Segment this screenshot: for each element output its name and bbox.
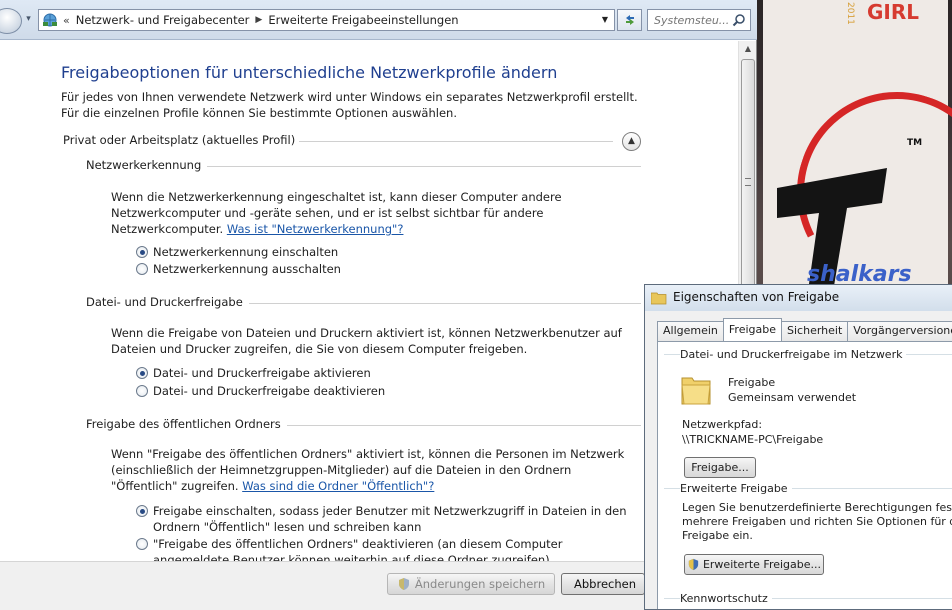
discovery-help-link[interactable]: Was ist "Netzwerkerkennung"?	[227, 222, 404, 236]
section-network-discovery: Netzwerkerkennung	[86, 158, 641, 174]
sharing-tab-panel: Datei- und Druckerfreigabe im Netzwerk F…	[657, 341, 952, 609]
search-icon[interactable]	[732, 13, 746, 27]
recent-pages-chevron-icon[interactable]: ▾	[23, 13, 34, 26]
folder-icon	[651, 292, 667, 305]
tab-previous-versions[interactable]: Vorgängerversionen	[847, 321, 952, 341]
radio-label: Freigabe einschalten, sodass jeder Benut…	[153, 504, 627, 534]
tab-sharing[interactable]: Freigabe	[722, 318, 783, 341]
folder-name: Freigabe	[728, 376, 776, 389]
breadcrumb-advanced-sharing[interactable]: Erweiterte Freigabeeinstellungen	[268, 13, 458, 27]
advanced-desc-line-1: Legen Sie benutzerdefinierte Berechtigun…	[682, 501, 952, 514]
breadcrumb-separator-icon[interactable]: ▶	[255, 15, 262, 25]
radio-public-folder-on[interactable]: Freigabe einschalten, sodass jeder Benut…	[136, 503, 636, 535]
radio-label: "Freigabe des öffentlichen Ordners" deak…	[153, 537, 563, 561]
refresh-icon	[625, 15, 634, 25]
uac-shield-icon	[688, 558, 699, 571]
dialog-tabs: Allgemein Freigabe Sicherheit Vorgängerv…	[657, 318, 952, 341]
intro-text: Für jedes von Ihnen verwendete Netzwerk …	[61, 90, 638, 120]
radio-file-sharing-on[interactable]: Datei- und Druckerfreigabe aktivieren	[136, 365, 371, 381]
file-sharing-description: Wenn die Freigabe von Dateien und Drucke…	[111, 326, 622, 356]
radio-discovery-on[interactable]: Netzwerkerkennung einschalten	[136, 244, 338, 260]
advanced-desc-line-2: mehrere Freigaben und richten Sie Option…	[682, 515, 952, 528]
public-folder-description: Wenn "Freigabe des öffentlichen Ordners"…	[111, 446, 636, 494]
radio-button-checked[interactable]	[136, 246, 148, 258]
scroll-up-icon[interactable]: ▲	[740, 41, 756, 57]
profile-divider	[278, 141, 613, 142]
network-path-value: \\TRICKNAME-PC\Freigabe	[682, 433, 824, 446]
radio-button[interactable]	[136, 538, 148, 550]
radio-button-checked[interactable]	[136, 367, 148, 379]
advanced-sharing-button[interactable]: Erweiterte Freigabe...	[684, 554, 824, 575]
radio-button[interactable]	[136, 263, 148, 275]
cancel-button[interactable]: Abbrechen	[561, 573, 645, 595]
uac-shield-icon	[398, 578, 409, 590]
profile-label: Privat oder Arbeitsplatz (aktuelles Prof…	[63, 133, 300, 147]
page-title: Freigabeoptionen für unterschiedliche Ne…	[61, 63, 558, 82]
share-button[interactable]: Freigabe...	[684, 457, 756, 478]
radio-label: Netzwerkerkennung ausschalten	[153, 262, 341, 276]
navigation-bar: ▾ « Netzwerk- und Freigabecenter ▶ Erwei…	[0, 0, 757, 40]
dialog-title: Eigenschaften von Freigabe	[673, 290, 840, 304]
group-password-protection-title: Kennwortschutz	[680, 592, 772, 605]
tab-general[interactable]: Allgemein	[657, 321, 724, 341]
poster-year: 2011	[845, 2, 855, 25]
shared-folder-icon	[681, 377, 711, 405]
advanced-desc-line-3: Freigabe ein.	[682, 529, 753, 542]
breadcrumb-network-center[interactable]: Netzwerk- und Freigabecenter	[76, 13, 250, 27]
radio-public-folder-off[interactable]: "Freigabe des öffentlichen Ordners" deak…	[136, 536, 636, 561]
poster-text: GIRL	[867, 0, 920, 24]
group-advanced-sharing-title: Erweiterte Freigabe	[680, 482, 792, 495]
radio-button[interactable]	[136, 385, 148, 397]
save-label: Änderungen speichern	[414, 577, 546, 591]
radio-button-checked[interactable]	[136, 505, 148, 517]
radio-discovery-off[interactable]: Netzwerkerkennung ausschalten	[136, 261, 341, 277]
section-heading: Datei- und Druckerfreigabe	[86, 295, 249, 309]
section-public-folder: Freigabe des öffentlichen Ordners	[86, 417, 641, 433]
section-heading: Netzwerkerkennung	[86, 158, 208, 172]
properties-dialog: Eigenschaften von Freigabe Allgemein Fre…	[644, 284, 952, 610]
group-network-sharing-title: Datei- und Druckerfreigabe im Netzwerk	[680, 348, 907, 361]
section-heading: Freigabe des öffentlichen Ordners	[86, 417, 287, 431]
network-icon	[41, 11, 59, 29]
search-box	[647, 9, 751, 31]
refresh-button[interactable]	[617, 9, 642, 31]
advanced-sharing-label: Erweiterte Freigabe...	[702, 558, 822, 571]
radio-label: Datei- und Druckerfreigabe aktivieren	[153, 366, 371, 380]
scrollbar-thumb[interactable]	[741, 59, 755, 309]
address-bar[interactable]: « Netzwerk- und Freigabecenter ▶ Erweite…	[38, 9, 615, 31]
profile-header[interactable]: Privat oder Arbeitsplatz (aktuelles Prof…	[63, 132, 641, 151]
search-input[interactable]	[654, 13, 732, 27]
address-dropdown-icon[interactable]: ▼	[599, 13, 611, 27]
network-path-label: Netzwerkpfad:	[682, 418, 763, 431]
scroll-grip	[745, 178, 751, 186]
trademark: TM	[907, 138, 923, 148]
radio-label: Netzwerkerkennung einschalten	[153, 245, 339, 259]
back-button[interactable]	[0, 8, 22, 34]
radio-file-sharing-off[interactable]: Datei- und Druckerfreigabe deaktivieren	[136, 383, 385, 399]
tab-security[interactable]: Sicherheit	[781, 321, 849, 341]
public-folder-help-link[interactable]: Was sind die Ordner "Öffentlich"?	[242, 479, 434, 493]
section-file-sharing: Datei- und Druckerfreigabe	[86, 295, 641, 311]
radio-label: Datei- und Druckerfreigabe deaktivieren	[153, 384, 386, 398]
dialog-titlebar[interactable]: Eigenschaften von Freigabe	[645, 285, 952, 311]
discovery-description: Wenn die Netzwerkerkennung eingeschaltet…	[111, 189, 636, 237]
breadcrumb-overflow-icon[interactable]: «	[63, 14, 70, 27]
settings-content: Freigabeoptionen für unterschiedliche Ne…	[0, 41, 738, 561]
save-changes-button[interactable]: Änderungen speichern	[387, 573, 555, 595]
dialog-body: Allgemein Freigabe Sicherheit Vorgängerv…	[645, 311, 952, 609]
folder-share-state: Gemeinsam verwendet	[728, 391, 857, 404]
collapse-chevron-up-icon[interactable]: ▲	[622, 132, 641, 151]
